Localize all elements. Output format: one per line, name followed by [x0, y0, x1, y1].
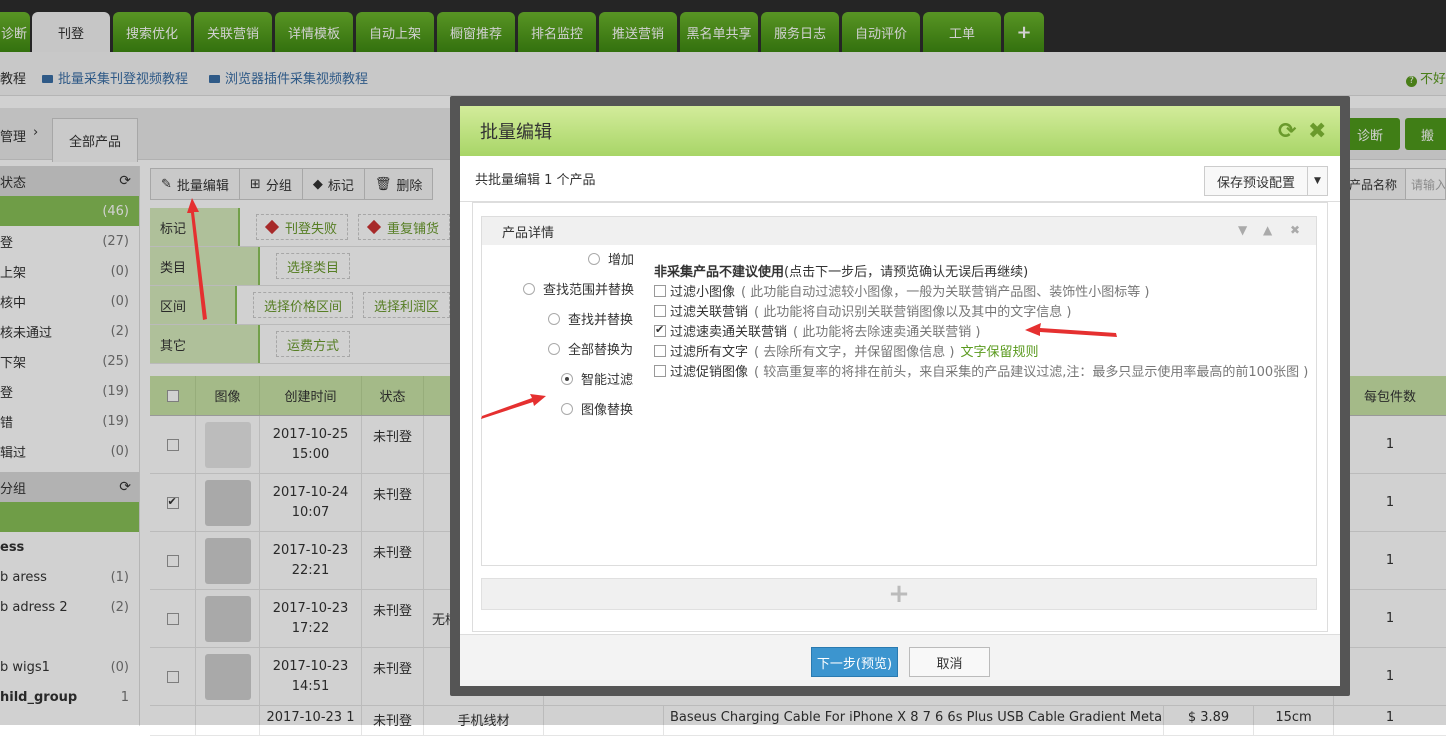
annotation-arrow	[187, 198, 1117, 419]
annotation-layer	[187, 198, 1117, 419]
